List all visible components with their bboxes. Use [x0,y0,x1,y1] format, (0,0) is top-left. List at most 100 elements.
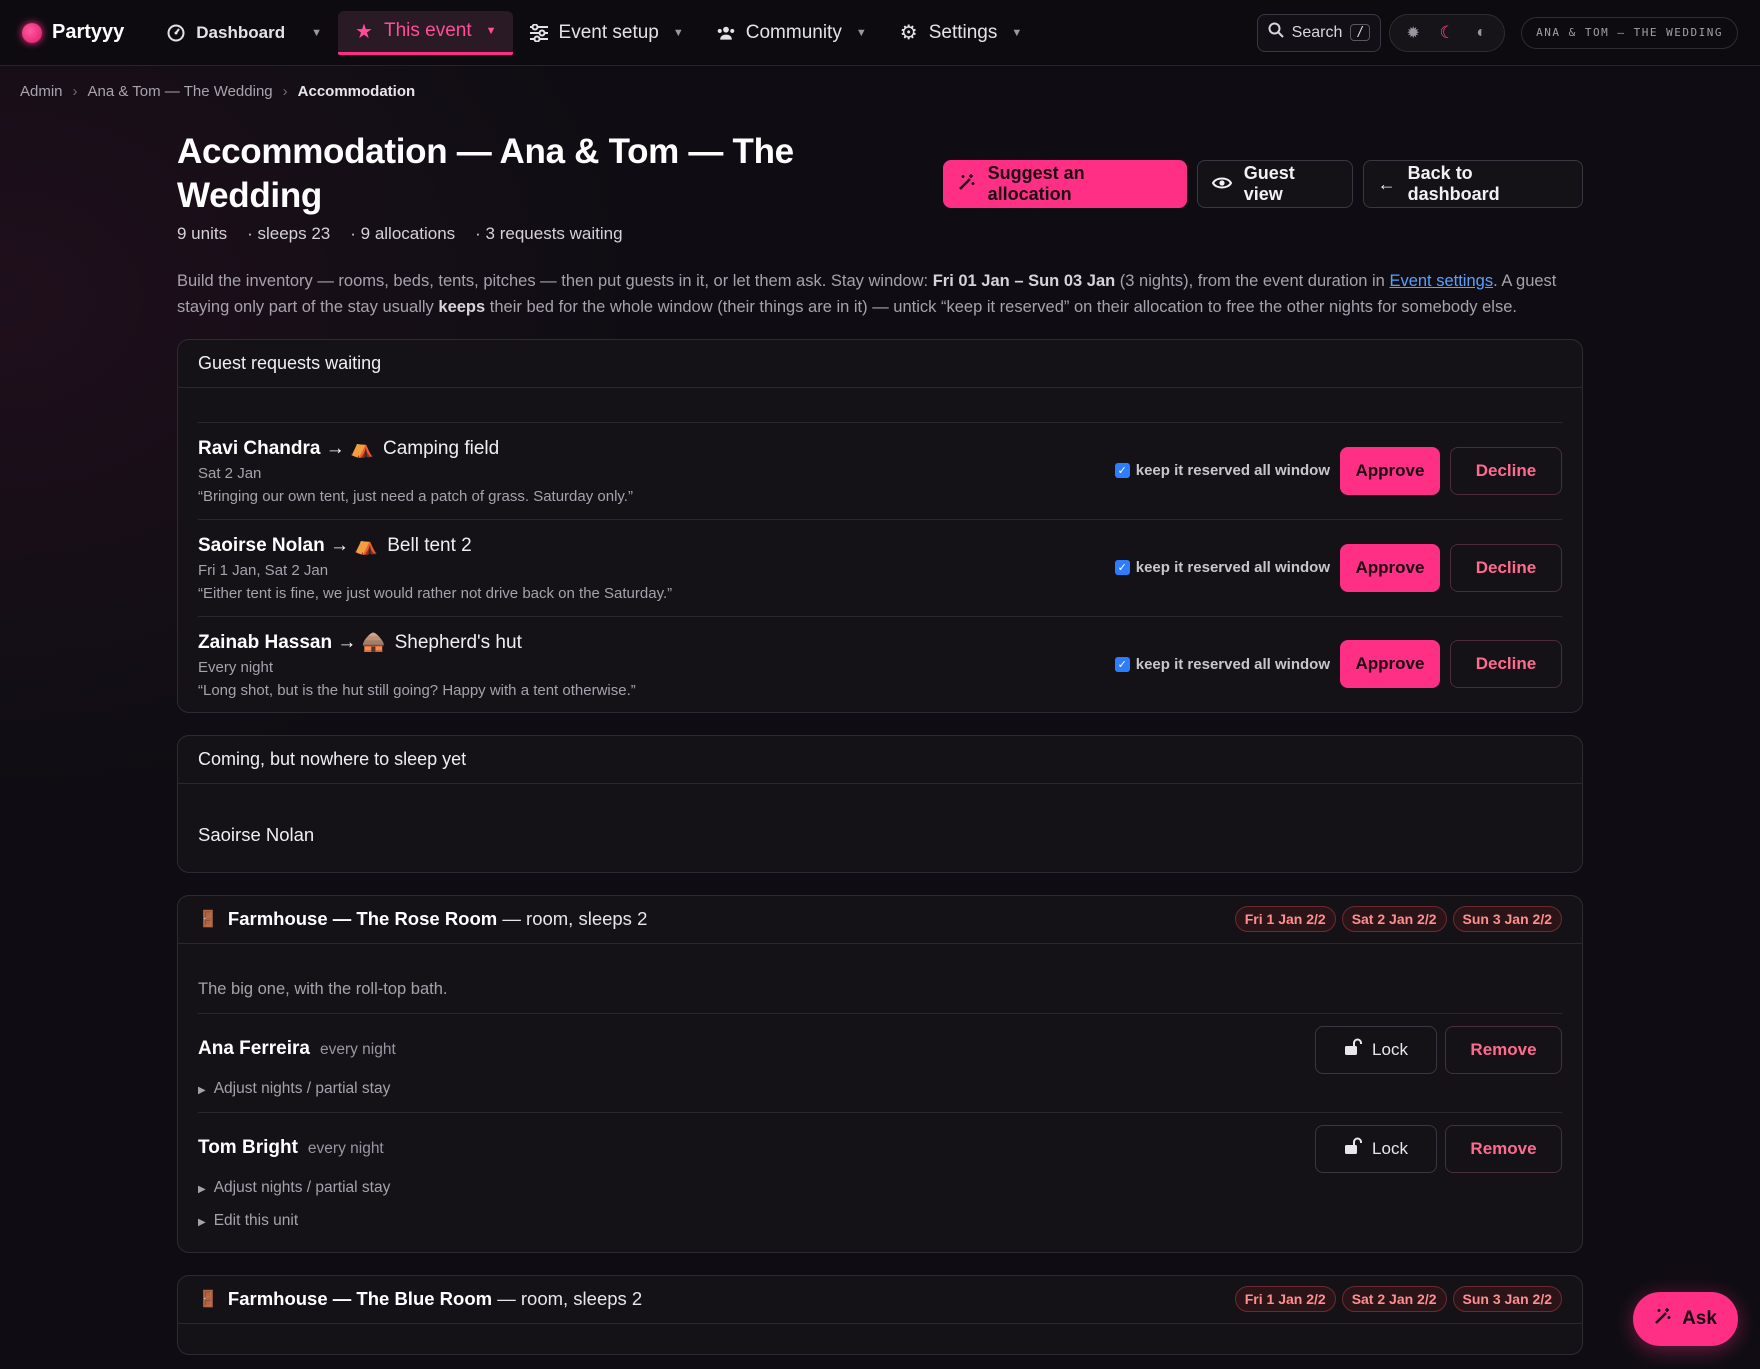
remove-button[interactable]: Remove [1445,1025,1562,1074]
door-icon: 🚪 [198,911,218,928]
unassigned-list: Saoirse Nolan [178,784,1582,872]
event-settings-link[interactable]: Event settings [1389,272,1493,290]
lock-button[interactable]: Lock [1315,1025,1437,1074]
keep-reserved-checkbox[interactable]: ✓ keep it reserved all window [1114,559,1330,576]
checkmark-icon: ✓ [1114,656,1130,672]
breadcrumb-event[interactable]: Ana & Tom — The Wedding [88,83,273,100]
request-row: Ravi Chandra → ⛺ Camping field Sat 2 Jan… [198,421,1562,519]
approve-button[interactable]: Approve [1340,543,1440,592]
magic-wand-icon [958,173,976,196]
page-header: Accommodation — Ana & Tom — The Wedding … [177,130,1583,244]
occupancy-chip: Sat 2 Jan 2/2 [1341,906,1447,932]
occupancy-chips: Fri 1 Jan 2/2 Sat 2 Jan 2/2 Sun 3 Jan 2/… [1234,1286,1562,1312]
eye-icon [1211,174,1232,195]
back-to-dashboard-button[interactable]: ← Back to dashboard [1362,160,1583,208]
breadcrumb: Admin › Ana & Tom — The Wedding › Accomm… [20,83,415,100]
nav-dashboard[interactable]: Dashboard ▼ [150,11,338,55]
unit-kind: — room, sleeps 2 [492,1288,643,1309]
magic-wand-icon [1654,1307,1672,1331]
moon-icon[interactable]: ☾ [1432,18,1462,48]
edit-unit-toggle[interactable]: ▶ Edit this unit [198,1212,1562,1252]
brand-logo-icon [22,22,42,43]
intro-part: Build the inventory — rooms, beds, tents… [177,271,933,290]
adjust-nights-toggle[interactable]: ▶ Adjust nights / partial stay [198,1179,1315,1197]
unit-description: The big one, with the roll-top bath. [198,944,1562,1014]
page-title: Accommodation — Ana & Tom — The Wedding [177,132,794,215]
request-guest-name: Saoirse Nolan [198,535,325,556]
nav-this-event[interactable]: ★ This event ▼ [337,10,513,55]
edit-unit-label: Edit this unit [213,1211,299,1229]
decline-button[interactable]: Decline [1450,446,1562,495]
brand[interactable]: Partyyy [22,21,124,44]
nav-settings-label: Settings [928,21,998,43]
sliders-icon [529,23,549,43]
guest-view-button[interactable]: Guest view [1196,160,1353,208]
adjust-nights-label: Adjust nights / partial stay [213,1178,391,1196]
decline-button[interactable]: Decline [1450,543,1562,592]
nav-settings[interactable]: ⚙ Settings ▼ [883,11,1039,55]
unit-card-header: 🚪 Farmhouse — The Rose Room — room, slee… [178,896,1582,944]
request-nights: Sat 2 Jan [198,465,262,482]
guest-name: Tom Bright [198,1136,298,1158]
occupancy-chip: Sat 2 Jan 2/2 [1341,1286,1447,1312]
hut-icon: 🛖 [361,631,386,653]
search-label: Search [1291,23,1343,41]
suggest-allocation-button[interactable]: Suggest an allocation [942,160,1187,208]
requests-list: Ravi Chandra → ⛺ Camping field Sat 2 Jan… [178,421,1582,712]
nav-community[interactable]: Community ▼ [700,11,883,55]
occupancy-chip: Fri 1 Jan 2/2 [1234,1286,1336,1312]
unit-name: Farmhouse — The Rose Room [227,908,498,929]
requests-card: Guest requests waiting Ravi Chandra → ⛺ … [177,338,1583,713]
stat-units: 9 units [177,223,228,243]
lock-label: Lock [1372,1138,1408,1158]
approve-button[interactable]: Approve [1340,446,1440,495]
contrast-icon[interactable]: ◐ [1466,18,1496,48]
keep-reserved-label: keep it reserved all window [1135,559,1330,576]
search-button[interactable]: Search / [1256,13,1382,52]
occupancy-chip: Sun 3 Jan 2/2 [1452,1286,1562,1312]
users-icon [716,23,736,43]
chevron-down-icon: ▼ [311,26,322,39]
request-title: Saoirse Nolan → ⛺ Bell tent 2 [198,533,1115,557]
approve-button[interactable]: Approve [1340,640,1440,688]
arrow-left-icon: ← [1377,173,1396,194]
checkmark-icon: ✓ [1114,560,1130,575]
request-guest-name: Zainab Hassan [198,631,333,653]
unit-card: 🚪 Farmhouse — The Rose Room — room, slee… [177,894,1583,1253]
unassigned-card: Coming, but nowhere to sleep yet Saoirse… [177,734,1583,873]
request-guest-name: Ravi Chandra [198,438,321,459]
ask-assistant-button[interactable]: Ask [1633,1292,1738,1346]
guest-nights: every night [319,1040,396,1058]
breadcrumb-admin[interactable]: Admin [20,83,63,100]
adjust-nights-toggle[interactable]: ▶ Adjust nights / partial stay [198,1080,1315,1098]
chevron-down-icon: ▼ [485,25,497,37]
sun-icon[interactable]: ✹ [1398,18,1428,48]
request-row: Zainab Hassan → 🛖 Shepherd's hut Every n… [198,615,1562,712]
search-icon [1268,22,1284,43]
current-event-pill[interactable]: ANA & TOM — THE WEDDING [1521,16,1738,49]
stay-window: Fri 01 Jan – Sun 03 Jan [932,271,1116,290]
keep-reserved-checkbox[interactable]: ✓ keep it reserved all window [1114,656,1330,673]
request-note: “Long shot, but is the hut still going? … [198,681,636,699]
decline-button[interactable]: Decline [1450,640,1562,688]
star-icon: ★ [355,20,373,43]
remove-button[interactable]: Remove [1445,1124,1562,1173]
request-row: Saoirse Nolan → ⛺ Bell tent 2 Fri 1 Jan,… [198,518,1562,616]
lock-button[interactable]: Lock [1315,1124,1437,1173]
dashboard-gauge-icon [166,23,186,43]
request-nights: Every night [198,658,274,676]
disclosure-triangle-icon: ▶ [198,1216,206,1228]
nav-event-setup[interactable]: Event setup ▼ [513,11,700,55]
stat-allocations: · 9 allocations [350,223,456,243]
door-icon: 🚪 [198,1291,218,1308]
request-note: “Bringing our own tent, just need a patc… [198,488,633,505]
nav-this-event-label: This event [383,20,472,41]
back-label: Back to dashboard [1407,163,1500,204]
breadcrumb-current: Accommodation [297,83,416,100]
disclosure-triangle-icon: ▶ [198,1183,206,1195]
keep-reserved-label: keep it reserved all window [1135,462,1330,479]
summary-stats: 9 units · sleeps 23 · 9 allocations · 3 … [177,224,943,244]
guest-name: Ana Ferreira [198,1037,310,1059]
request-title: Zainab Hassan → 🛖 Shepherd's hut [198,630,1115,654]
keep-reserved-checkbox[interactable]: ✓ keep it reserved all window [1114,462,1330,479]
